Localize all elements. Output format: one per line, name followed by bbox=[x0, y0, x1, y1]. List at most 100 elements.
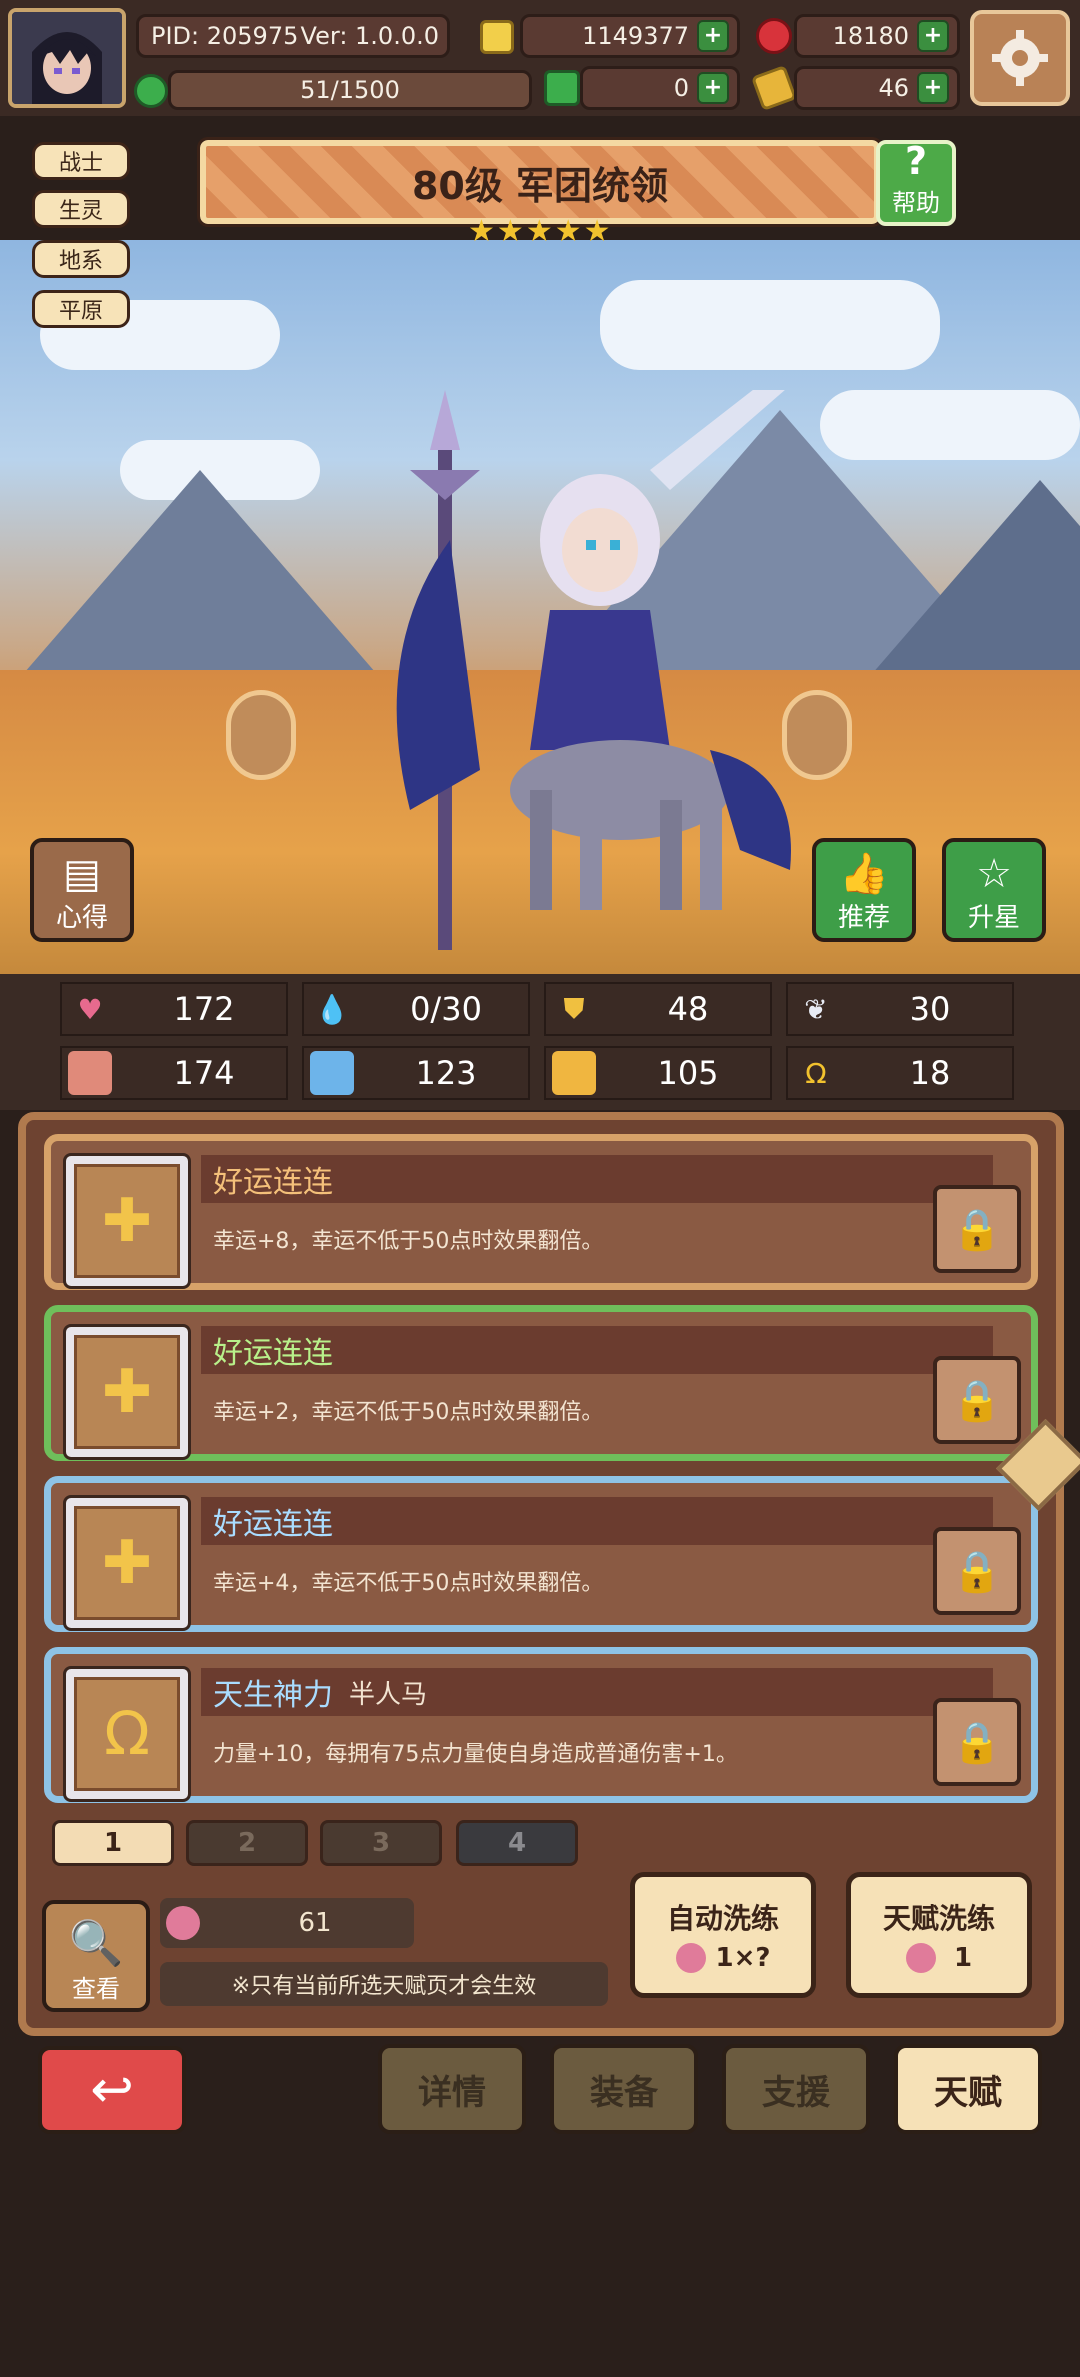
fist-icon bbox=[68, 1051, 112, 1095]
potion-counter: 61 bbox=[160, 1898, 414, 1948]
tag-class: 战士 bbox=[32, 142, 130, 180]
talent-title: 好运连连 bbox=[213, 1336, 333, 1371]
gem-amount: 18180 bbox=[832, 22, 909, 50]
add-clover-button[interactable]: + bbox=[697, 72, 729, 104]
stat-agility: ❦ 30 bbox=[786, 982, 1014, 1036]
talent-title-bar: 好运连连 bbox=[201, 1155, 993, 1203]
view-button[interactable]: 🔍 查看 bbox=[42, 1900, 150, 2012]
lock-icon: 🔒 bbox=[952, 1719, 1002, 1766]
potion-count: 61 bbox=[298, 1908, 332, 1938]
hero-scene: ▤ 心得 👍 推荐 ☆ 升星 bbox=[0, 240, 1080, 974]
thumbs-up-icon: 👍 bbox=[839, 851, 889, 897]
clover-cross-icon: ✚ bbox=[74, 1506, 180, 1620]
talent-reroll-button[interactable]: 天赋洗练 1 bbox=[846, 1872, 1032, 1998]
horseshoe-icon: Ω bbox=[74, 1677, 180, 1791]
nav-support-button[interactable]: 支援 bbox=[722, 2044, 870, 2134]
lock-button[interactable]: 🔒 bbox=[933, 1698, 1021, 1786]
lock-icon: 🔒 bbox=[952, 1206, 1002, 1253]
lock-icon: 🔒 bbox=[952, 1548, 1002, 1595]
nav-details-button[interactable]: 详情 bbox=[378, 2044, 526, 2134]
recommend-button[interactable]: 👍 推荐 bbox=[812, 838, 916, 942]
recommend-label: 推荐 bbox=[837, 903, 890, 933]
star-icon: ★ bbox=[496, 214, 524, 249]
stat-strength-value: 174 bbox=[173, 1054, 235, 1092]
centaur-hero-sprite bbox=[396, 390, 791, 950]
heart-icon: ♥ bbox=[77, 992, 103, 1026]
clover-icon bbox=[544, 70, 580, 106]
potion-icon bbox=[675, 1943, 706, 1973]
help-button[interactable]: ? 帮助 bbox=[876, 139, 956, 226]
talent-title: 好运连连 bbox=[213, 1507, 333, 1542]
stat-mana: 💧 0/30 bbox=[302, 982, 530, 1036]
stat-intellect-value: 123 bbox=[415, 1054, 477, 1092]
talent-icon-frame: Ω bbox=[63, 1666, 191, 1802]
clover-counter: 0 + bbox=[580, 66, 740, 110]
tab-page-2[interactable]: 2 bbox=[186, 1820, 308, 1866]
clover-amount: 0 bbox=[673, 74, 689, 102]
clover-cross-icon: ✚ bbox=[74, 1164, 180, 1278]
next-hero-arrow[interactable] bbox=[782, 690, 852, 780]
lock-button[interactable]: 🔒 bbox=[933, 1185, 1021, 1273]
talent-description: 力量+10，每拥有75点力量使自身造成普通伤害+1。 bbox=[213, 1742, 738, 1767]
stat-strength: 174 bbox=[60, 1046, 288, 1100]
ticket-amount: 46 bbox=[878, 74, 909, 102]
clover-cross-icon: ✚ bbox=[74, 1335, 180, 1449]
talent-reroll-cost-row: 1 bbox=[905, 1943, 972, 1973]
star-up-button[interactable]: ☆ 升星 bbox=[942, 838, 1046, 942]
auto-reroll-button[interactable]: 自动洗练 1×? bbox=[630, 1872, 816, 1998]
lock-button[interactable]: 🔒 bbox=[933, 1527, 1021, 1615]
help-label: 帮助 bbox=[892, 189, 940, 217]
potion-icon bbox=[166, 1906, 200, 1940]
stat-speed: 105 bbox=[544, 1046, 772, 1100]
scroll-icon: ▤ bbox=[63, 851, 101, 897]
star-icon: ★ bbox=[525, 214, 553, 249]
tips-button[interactable]: ▤ 心得 bbox=[30, 838, 134, 942]
magnifier-icon: 🔍 bbox=[68, 1918, 124, 1969]
shield-icon: ⛊ bbox=[563, 992, 585, 1025]
return-arrow-icon: ↩ bbox=[90, 2060, 134, 2120]
talent-title-bar: 天生神力 半人马 bbox=[201, 1668, 993, 1716]
gem-counter: 18180 + bbox=[794, 14, 960, 58]
tab-page-1[interactable]: 1 bbox=[52, 1820, 174, 1866]
gold-coin-icon bbox=[480, 20, 514, 54]
talent-icon-frame: ✚ bbox=[63, 1495, 191, 1631]
add-ticket-button[interactable]: + bbox=[917, 72, 949, 104]
ticket-counter: 46 + bbox=[794, 66, 960, 110]
nav-equipment-button[interactable]: 装备 bbox=[550, 2044, 698, 2134]
tab-page-3[interactable]: 3 bbox=[320, 1820, 442, 1866]
player-avatar[interactable] bbox=[8, 8, 126, 108]
back-button[interactable]: ↩ bbox=[38, 2046, 186, 2134]
talent-title-bar: 好运连连 bbox=[201, 1326, 993, 1374]
stat-agility-value: 30 bbox=[909, 990, 951, 1028]
book-icon bbox=[310, 1051, 354, 1095]
horseshoe-icon: Ω bbox=[805, 1056, 827, 1090]
hero-title: 80级 军团统领 bbox=[411, 163, 669, 208]
add-gold-button[interactable]: + bbox=[697, 20, 729, 52]
star-rating: ★ ★ ★ ★ ★ bbox=[468, 214, 611, 249]
talent-subtitle: 半人马 bbox=[349, 1679, 428, 1710]
star-icon: ★ bbox=[583, 214, 611, 249]
version-text: Ver: 1.0.0.0 bbox=[300, 22, 439, 50]
stat-hp-value: 172 bbox=[173, 990, 235, 1028]
boot-icon bbox=[552, 1051, 596, 1095]
stat-luck: Ω 18 bbox=[786, 1046, 1014, 1100]
gear-icon bbox=[992, 30, 1048, 86]
energy-clover-icon bbox=[134, 74, 168, 108]
talent-description: 幸运+8，幸运不低于50点时效果翻倍。 bbox=[213, 1229, 604, 1254]
talent-card[interactable]: Ω 天生神力 半人马 力量+10，每拥有75点力量使自身造成普通伤害+1。 🔒 bbox=[44, 1647, 1038, 1803]
prev-hero-arrow[interactable] bbox=[226, 690, 296, 780]
ruby-gem-icon bbox=[756, 18, 792, 54]
add-gem-button[interactable]: + bbox=[917, 20, 949, 52]
nav-talent-button[interactable]: 天赋 bbox=[894, 2044, 1042, 2134]
hero-title-banner: 80级 军团统领 bbox=[197, 137, 883, 227]
tab-page-4[interactable]: 4 bbox=[456, 1820, 578, 1866]
energy-value: 51/1500 bbox=[300, 76, 400, 104]
talent-title: 天生神力 bbox=[213, 1678, 333, 1713]
tag-element: 地系 bbox=[32, 240, 130, 278]
lock-button[interactable]: 🔒 bbox=[933, 1356, 1021, 1444]
settings-button[interactable] bbox=[970, 10, 1070, 106]
talent-card[interactable]: ✚ 好运连连 幸运+8，幸运不低于50点时效果翻倍。 🔒 bbox=[44, 1134, 1038, 1290]
energy-bar: 51/1500 bbox=[168, 70, 532, 110]
talent-card[interactable]: ✚ 好运连连 幸运+4，幸运不低于50点时效果翻倍。 🔒 bbox=[44, 1476, 1038, 1632]
talent-card[interactable]: ✚ 好运连连 幸运+2，幸运不低于50点时效果翻倍。 🔒 bbox=[44, 1305, 1038, 1461]
